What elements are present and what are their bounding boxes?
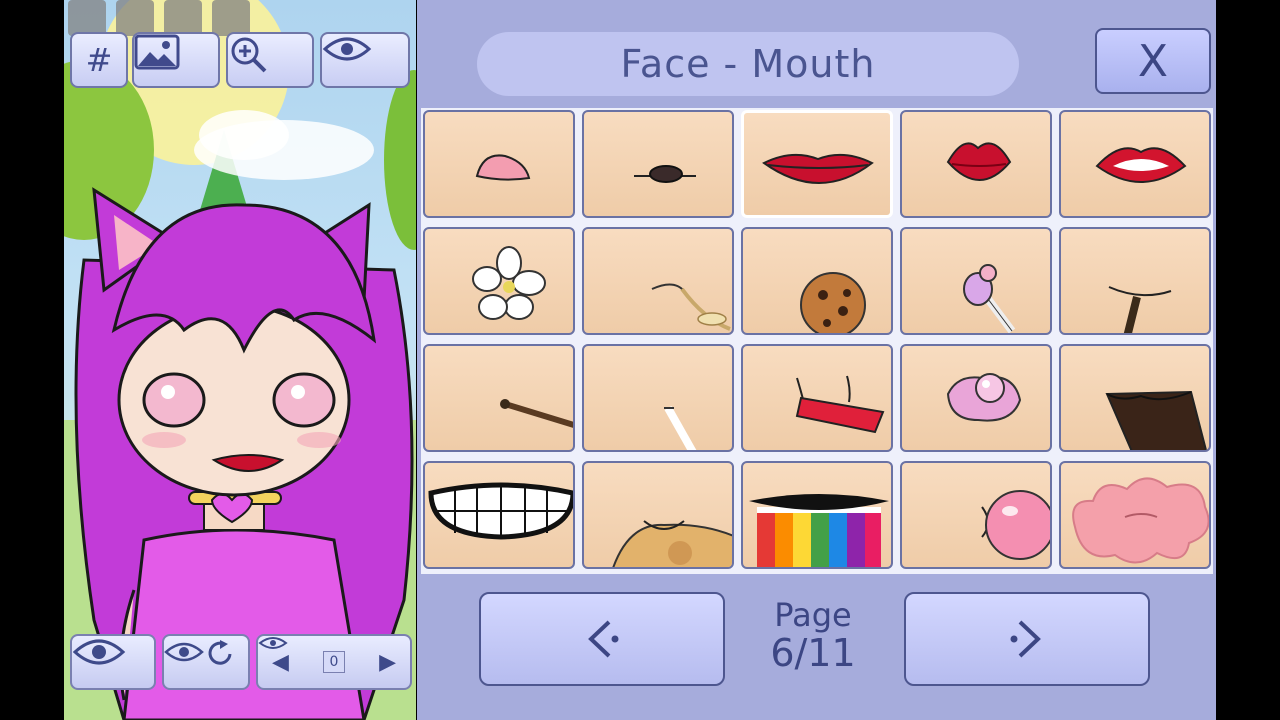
white-straw-icon [664,406,697,450]
panel-title: Face - Mouth [477,32,1019,96]
pink-pastry-icon [946,373,1022,422]
arrow-left-icon [588,620,619,658]
mouth-item-8[interactable] [741,227,893,335]
mouth-item-19[interactable] [900,461,1052,569]
mouth-item-5[interactable] [1059,110,1211,218]
mouth-selection-panel: Face - Mouth X Page 6/11 [417,0,1216,720]
mouth-item-18[interactable] [741,461,893,569]
flower-in-mouth-icon [472,246,546,320]
mouth-item-1[interactable] [423,110,575,218]
slot-selector[interactable]: ◀ 0 ▶ [256,634,412,690]
stick-in-mouth-icon [500,399,573,428]
eye-refresh-icon [164,640,232,665]
view-button[interactable] [320,32,410,88]
slot-number: 0 [329,654,339,670]
mouth-item-17[interactable] [582,461,734,569]
zoom-button[interactable] [226,32,314,88]
eye-icon [258,637,288,649]
next-page-button[interactable] [904,592,1150,686]
bubble-gum-icon [981,490,1050,560]
chocolate-bar-icon [1105,390,1208,450]
reset-view-button[interactable] [162,634,250,690]
close-label: X [1137,35,1169,87]
pink-splat-icon [1072,477,1209,564]
slot-display: 0 [258,637,346,673]
item-grid [421,108,1213,574]
mouth-item-12[interactable] [582,344,734,452]
toggle-visibility-button[interactable] [70,634,156,690]
lollipop-icon [963,264,1016,333]
wide-red-lips-icon [762,153,874,184]
pink-tongue-mouth-icon [475,154,531,181]
prev-page-button[interactable] [479,592,725,686]
image-icon [134,34,180,70]
hash-label: # [85,41,113,79]
close-button[interactable]: X [1095,28,1211,94]
rainbow-puke-icon [749,494,889,567]
wheat-stalk-icon [651,283,731,331]
hourglass-icon [212,0,250,36]
arrow-right-icon [1010,620,1041,658]
hash-button[interactable]: # [70,32,128,88]
hourglass-icon [68,0,106,36]
mouth-item-11[interactable] [423,344,575,452]
mouth-item-4[interactable] [900,110,1052,218]
mouth-item-15[interactable] [1059,344,1211,452]
hourglass-icon [164,0,202,36]
cookie-icon [800,272,866,333]
character-scene [64,0,416,720]
grinning-teeth-icon [428,482,573,540]
mouth-item-16[interactable] [423,461,575,569]
background-button[interactable] [132,32,220,88]
arrow-left-icon[interactable]: ◀ [272,650,289,675]
small-dark-lips-icon [634,165,696,183]
mouth-item-9[interactable] [900,227,1052,335]
mouth-item-10[interactable] [1059,227,1211,335]
pouty-red-lips-icon [946,142,1012,181]
hourglass-icon [116,0,154,36]
mouth-item-7[interactable] [582,227,734,335]
eye-icon [322,37,372,61]
mouth-item-20[interactable] [1059,461,1211,569]
eye-icon [72,639,126,665]
open-red-lips-icon [1095,147,1187,183]
mouth-item-3[interactable] [741,110,893,218]
page-indicator: Page 6/11 [757,596,869,672]
mouth-item-13[interactable] [741,344,893,452]
page-number: 6/11 [770,631,856,675]
arrow-right-icon[interactable]: ▶ [379,650,396,675]
toast-bread-icon [612,520,732,567]
dark-stick-icon [1108,286,1172,333]
mouth-item-2[interactable] [582,110,734,218]
letterbox-right [1216,0,1280,720]
mouth-item-6[interactable] [423,227,575,335]
zoom-in-icon [231,37,267,73]
character-preview[interactable]: # ◀ 0 ▶ [64,0,416,720]
page-label: Page [774,596,852,634]
mouth-item-14[interactable] [900,344,1052,452]
red-candy-icon [795,375,885,434]
